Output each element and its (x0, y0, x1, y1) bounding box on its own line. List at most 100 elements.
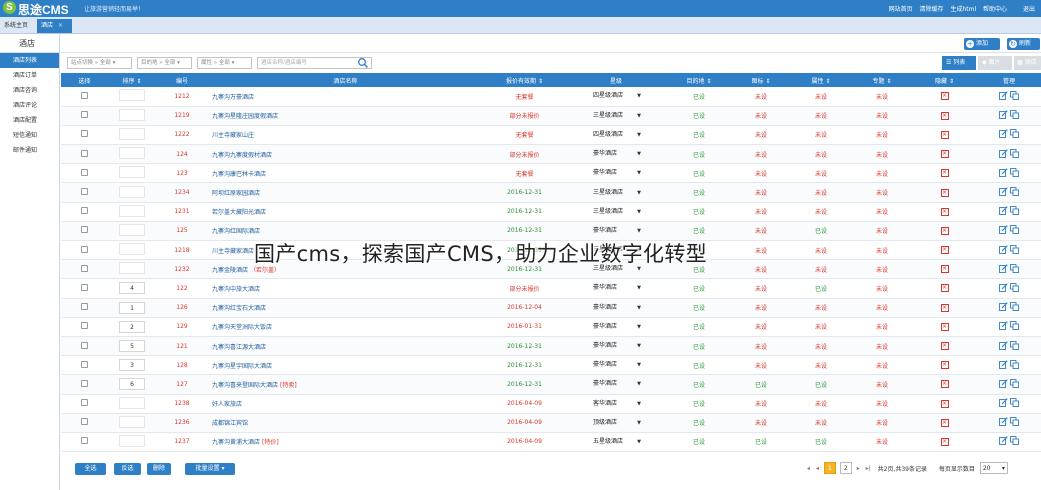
edit-icon[interactable] (999, 360, 1008, 369)
attribute-status[interactable]: 未设 (790, 106, 852, 126)
batch-settings-button[interactable]: 批量设置 ▾ (185, 463, 235, 475)
destination-status[interactable]: 已设 (666, 163, 732, 184)
star-rating-select[interactable]: 客华酒店 ▼ (591, 398, 641, 410)
icon-status[interactable]: 未设 (732, 278, 790, 299)
star-rating-select[interactable]: 豪华酒店 ▼ (591, 225, 641, 237)
price-validity[interactable]: 部分未报价 (483, 278, 566, 299)
copy-icon[interactable] (1010, 359, 1019, 369)
star-rating-select[interactable]: 豪华酒店 ▼ (591, 321, 641, 333)
link-help-center[interactable]: 帮助中心 (983, 6, 1007, 13)
hidden-toggle-icon[interactable]: × (940, 169, 949, 178)
hotel-name-link[interactable]: 好人家旅店 (212, 401, 242, 408)
destination-status[interactable]: 已设 (666, 374, 732, 395)
topic-status[interactable]: 未设 (852, 374, 912, 395)
hidden-toggle-icon[interactable]: × (940, 246, 949, 255)
attribute-status[interactable]: 未设 (790, 240, 852, 261)
destination-status[interactable]: 已设 (666, 432, 732, 453)
star-rating-select[interactable]: 三星级酒店 ▼ (591, 187, 641, 199)
sidebar-item-sms-notify[interactable]: 短信通知 (0, 128, 59, 143)
price-validity[interactable]: 部分未报价 (483, 144, 566, 165)
icon-status[interactable]: 未设 (732, 87, 790, 107)
add-button[interactable]: + 添加 (964, 38, 1000, 50)
sort-order-input[interactable]: 6 (119, 378, 145, 391)
icon-status[interactable]: 未设 (732, 355, 790, 376)
col-star-header[interactable]: 星级 (566, 73, 666, 87)
edit-icon[interactable] (999, 110, 1008, 120)
row-checkbox[interactable] (81, 303, 88, 311)
edit-icon[interactable] (999, 302, 1008, 312)
copy-icon[interactable] (1010, 206, 1019, 216)
sort-order-input[interactable] (119, 204, 145, 217)
price-validity[interactable]: 无套餐 (483, 125, 566, 146)
star-rating-select[interactable]: 顶级酒店 ▼ (591, 417, 641, 429)
icon-status[interactable]: 未设 (732, 259, 790, 280)
hidden-toggle-icon[interactable]: × (940, 418, 949, 427)
edit-icon[interactable] (999, 244, 1008, 254)
icon-status[interactable]: 未设 (732, 298, 790, 318)
destination-status[interactable]: 已设 (666, 87, 732, 107)
topic-status[interactable]: 未设 (852, 355, 912, 376)
col-topic-header[interactable]: 专题 ⇕ (852, 73, 912, 87)
hotel-name-link[interactable]: 九寨沟红宝石大酒店 (212, 305, 266, 312)
icon-status[interactable]: 未设 (732, 336, 790, 357)
star-rating-select[interactable]: 三星级酒店 ▼ (591, 206, 641, 218)
tab-hotel[interactable]: 酒店 × (37, 19, 72, 33)
sort-order-input[interactable] (119, 108, 145, 121)
hotel-name-link[interactable]: 川主寺藏家酒店 (212, 248, 254, 255)
hidden-toggle-icon[interactable]: × (940, 92, 949, 101)
topic-status[interactable]: 未设 (852, 259, 912, 280)
star-rating-select[interactable]: 三星级酒店 ▼ (591, 110, 641, 122)
sort-order-input[interactable]: 4 (119, 282, 145, 295)
edit-icon[interactable] (999, 148, 1008, 158)
edit-icon[interactable] (999, 206, 1008, 216)
price-validity[interactable]: 部分未报价 (483, 106, 566, 126)
topic-status[interactable]: 未设 (852, 221, 912, 242)
edit-icon[interactable] (999, 417, 1008, 427)
col-id-header[interactable]: 编号 (156, 73, 208, 87)
first-page-icon[interactable]: ◂ (807, 465, 810, 472)
destination-filter-select[interactable]: 目的地 » 全部 ▾ (137, 57, 192, 69)
attribute-status[interactable]: 未设 (790, 125, 852, 146)
sidebar-item-hotel-inquiry[interactable]: 酒店咨询 (0, 83, 59, 98)
destination-status[interactable]: 已设 (666, 278, 732, 299)
price-validity[interactable]: 2016-12-31 (483, 202, 566, 222)
edit-icon[interactable] (999, 340, 1008, 350)
link-generate-html[interactable]: 生成html (950, 6, 976, 13)
copy-icon[interactable] (1010, 225, 1019, 235)
edit-icon[interactable] (999, 187, 1008, 196)
edit-icon[interactable] (999, 379, 1008, 388)
copy-icon[interactable] (1010, 340, 1019, 350)
hotel-name-link[interactable]: 成都锦江宾馆 (212, 420, 248, 427)
star-rating-select[interactable]: 四星级酒店 ▼ (591, 129, 641, 141)
star-rating-select[interactable]: 豪华酒店 ▼ (591, 148, 641, 160)
hotel-name-link[interactable]: 九寨沟喜来登国际大酒店 (212, 382, 278, 389)
hidden-toggle-icon[interactable]: × (940, 342, 949, 351)
price-validity[interactable]: 2016-04-09 (483, 394, 566, 414)
icon-status[interactable]: 未设 (732, 240, 790, 261)
topic-status[interactable]: 未设 (852, 394, 912, 414)
view-image-button[interactable]: ◆ 图片 (978, 56, 1012, 70)
destination-status[interactable]: 已设 (666, 298, 732, 318)
sort-order-input[interactable] (119, 185, 145, 198)
copy-icon[interactable] (1010, 398, 1019, 408)
row-checkbox[interactable] (81, 341, 88, 349)
topic-status[interactable]: 未设 (852, 240, 912, 261)
icon-status[interactable]: 未设 (732, 182, 790, 203)
hotel-name-link[interactable]: 九寨金陵酒店 (212, 267, 248, 274)
destination-status[interactable]: 已设 (666, 355, 732, 376)
topic-status[interactable]: 未设 (852, 182, 912, 203)
icon-status[interactable]: 已设 (732, 432, 790, 453)
hotel-name-link[interactable]: 九寨沟红国际酒店 (212, 228, 260, 235)
attribute-status[interactable]: 已设 (790, 432, 852, 453)
col-destination-header[interactable]: 目的地 ⇕ (666, 73, 732, 87)
copy-icon[interactable] (1010, 378, 1019, 388)
hidden-toggle-icon[interactable]: × (940, 111, 949, 120)
row-checkbox[interactable] (81, 264, 88, 272)
row-checkbox[interactable] (81, 149, 88, 157)
hidden-toggle-icon[interactable]: × (940, 188, 949, 197)
attribute-status[interactable]: 未设 (790, 182, 852, 203)
attribute-status[interactable]: 未设 (790, 144, 852, 165)
hidden-toggle-icon[interactable]: × (940, 361, 949, 370)
edit-icon[interactable] (999, 398, 1008, 408)
edit-icon[interactable] (999, 168, 1008, 177)
